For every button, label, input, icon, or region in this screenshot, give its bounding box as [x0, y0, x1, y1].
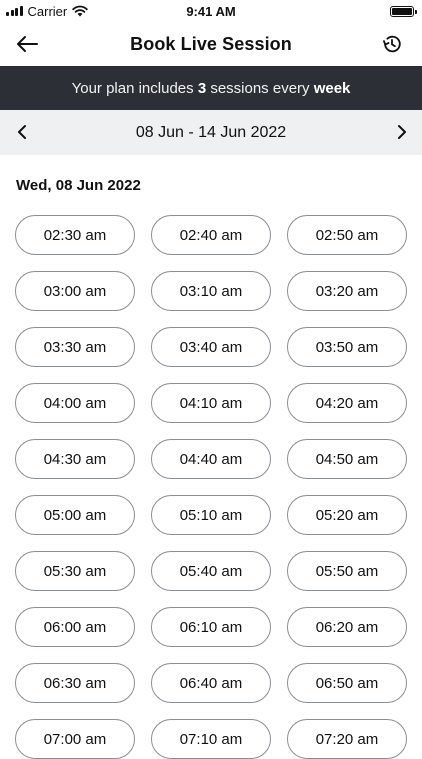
- plan-banner-prefix: Your plan includes: [71, 79, 198, 97]
- selected-date-heading: Wed, 08 Jun 2022: [16, 177, 141, 194]
- time-slot-button[interactable]: 06:00 am: [15, 607, 135, 647]
- time-slot-button[interactable]: 06:40 am: [151, 663, 271, 703]
- plan-period: week: [313, 79, 351, 97]
- time-slot-button[interactable]: 04:10 am: [151, 383, 271, 423]
- battery-icon: [390, 5, 417, 17]
- previous-week-button[interactable]: [10, 120, 34, 144]
- time-slot-button[interactable]: 03:50 am: [287, 327, 407, 367]
- time-slot-button[interactable]: 05:40 am: [151, 551, 271, 591]
- chevron-right-icon: [398, 125, 406, 139]
- time-slot-button[interactable]: 05:50 am: [287, 551, 407, 591]
- arrow-left-icon: [17, 36, 38, 52]
- next-week-button[interactable]: [390, 120, 414, 144]
- week-selector: 08 Jun - 14 Jun 2022: [0, 110, 422, 155]
- time-slot-button[interactable]: 02:50 am: [287, 215, 407, 255]
- time-slot-button[interactable]: 05:30 am: [15, 551, 135, 591]
- time-slot-button[interactable]: 04:00 am: [15, 383, 135, 423]
- time-slot-button[interactable]: 04:20 am: [287, 383, 407, 423]
- time-slot-button[interactable]: 03:30 am: [15, 327, 135, 367]
- plan-banner: Your plan includes 3 sessions every week: [0, 66, 422, 110]
- wifi-icon: [72, 5, 88, 17]
- time-slot-button[interactable]: 06:10 am: [151, 607, 271, 647]
- time-slot-button[interactable]: 02:30 am: [15, 215, 135, 255]
- time-slot-button[interactable]: 04:40 am: [151, 439, 271, 479]
- plan-session-count: 3: [197, 79, 207, 97]
- history-clock-icon: [383, 35, 401, 53]
- status-bar: Carrier 9:41 AM: [0, 0, 422, 22]
- time-slot-button[interactable]: 06:50 am: [287, 663, 407, 703]
- time-slot-button[interactable]: 03:10 am: [151, 271, 271, 311]
- time-slot-button[interactable]: 03:40 am: [151, 327, 271, 367]
- time-slot-button[interactable]: 05:00 am: [15, 495, 135, 535]
- time-slot-button[interactable]: 05:10 am: [151, 495, 271, 535]
- time-slot-button[interactable]: 03:20 am: [287, 271, 407, 311]
- carrier-label: Carrier: [27, 3, 68, 19]
- time-slot-button[interactable]: 07:20 am: [287, 719, 407, 759]
- time-slot-button[interactable]: 06:20 am: [287, 607, 407, 647]
- history-button[interactable]: [378, 30, 406, 58]
- time-slot-grid: 02:30 am 02:40 am 02:50 am 03:00 am 03:10 am…: [15, 215, 407, 759]
- time-slot-button[interactable]: 07:10 am: [151, 719, 271, 759]
- week-range-label: 08 Jun - 14 Jun 2022: [135, 123, 287, 141]
- time-slot-button[interactable]: 03:00 am: [15, 271, 135, 311]
- time-slot-button[interactable]: 02:40 am: [151, 215, 271, 255]
- time-slot-button[interactable]: 07:00 am: [15, 719, 135, 759]
- time-slot-button[interactable]: 06:30 am: [15, 663, 135, 703]
- back-button[interactable]: [12, 30, 42, 58]
- chevron-left-icon: [18, 125, 26, 139]
- signal-icon: [6, 6, 23, 16]
- plan-banner-middle: sessions every: [206, 79, 314, 97]
- status-left: Carrier: [6, 4, 88, 19]
- time-slot-button[interactable]: 04:50 am: [287, 439, 407, 479]
- time-slot-button[interactable]: 05:20 am: [287, 495, 407, 535]
- nav-bar: Book Live Session: [0, 22, 422, 66]
- page-title: Book Live Session: [130, 33, 292, 54]
- time-slot-button[interactable]: 04:30 am: [15, 439, 135, 479]
